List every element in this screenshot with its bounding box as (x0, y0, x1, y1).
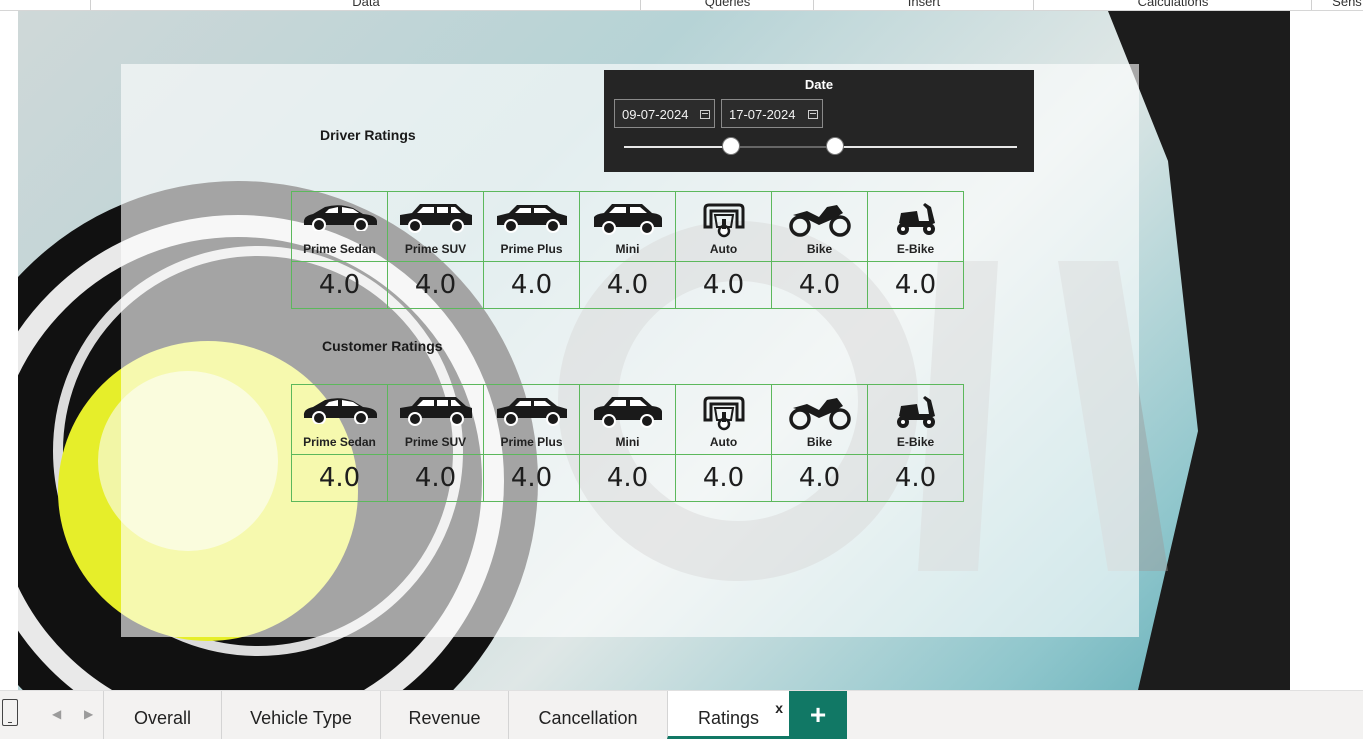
rating-value: 4.0 (318, 270, 361, 300)
vehicle-name: Auto (709, 435, 738, 449)
vehicle-header: Prime Sedan (292, 192, 387, 262)
rating-card: Prime Plus 4.0 (484, 192, 580, 309)
rating-value: 4.0 (414, 270, 457, 300)
rating-card: Prime Plus 4.0 (484, 385, 580, 502)
rating-card: Mini 4.0 (580, 385, 676, 502)
vehicle-name: Bike (806, 242, 833, 256)
rating-card: Prime SUV 4.0 (388, 192, 484, 309)
vehicle-name: Prime Plus (500, 242, 563, 256)
vehicle-name: Mini (615, 435, 640, 449)
vehicle-name: Bike (806, 435, 833, 449)
date-slicer-label: Date (804, 77, 834, 92)
vehicle-header: Auto (676, 192, 771, 262)
vehicle-header: E-Bike (868, 192, 963, 262)
vehicle-header: Prime Plus (484, 192, 579, 262)
vehicle-name: Prime Sedan (303, 242, 376, 256)
rating-value: 4.0 (606, 270, 649, 300)
vehicle-name: Prime Sedan (303, 435, 376, 449)
vehicle-name: Mini (615, 242, 640, 256)
sheet-tab-bar: ◀ ▶ Overall Vehicle Type Revenue Cancell… (0, 690, 1363, 739)
vehicle-header: Bike (772, 385, 867, 455)
ribbon-group-sensitivity[interactable]: Sens (1311, 0, 1363, 10)
rating-value: 4.0 (702, 270, 745, 300)
ribbon-group-calculations[interactable]: Calculations (1033, 0, 1312, 10)
date-range-selected (730, 146, 834, 148)
rating-value: 4.0 (894, 270, 937, 300)
tab-overall[interactable]: Overall (103, 691, 221, 739)
rating-value: 4.0 (702, 463, 745, 493)
vehicle-header: Auto (676, 385, 771, 455)
vehicle-name: Prime SUV (404, 435, 467, 449)
tab-cancellation[interactable]: Cancellation (508, 691, 667, 739)
vehicle-header: Mini (580, 385, 675, 455)
vehicle-name: E-Bike (896, 435, 935, 449)
rating-value: 4.0 (318, 463, 361, 493)
vehicle-header: Prime SUV (388, 385, 483, 455)
chevron-right-icon[interactable]: ▶ (84, 707, 93, 721)
vehicle-name: E-Bike (896, 242, 935, 256)
calendar-icon[interactable] (700, 110, 710, 119)
tab-revenue[interactable]: Revenue (380, 691, 508, 739)
tab-ratings[interactable]: Ratings x (667, 691, 789, 739)
date-slicer[interactable]: Date 09-07-2024 17-07-2024 (604, 70, 1034, 172)
close-tab-icon[interactable]: x (775, 681, 783, 735)
right-gutter (1290, 11, 1363, 690)
start-date-value: 09-07-2024 (622, 107, 689, 122)
vehicle-header: Bike (772, 192, 867, 262)
end-date-input[interactable]: 17-07-2024 (721, 99, 823, 128)
rating-card: E-Bike 4.0 (868, 385, 964, 502)
vehicle-name: Prime SUV (404, 242, 467, 256)
vehicle-header: Prime Plus (484, 385, 579, 455)
end-date-value: 17-07-2024 (729, 107, 796, 122)
calendar-icon[interactable] (808, 110, 818, 119)
tab-vehicle-type[interactable]: Vehicle Type (221, 691, 380, 739)
start-date-handle[interactable] (722, 137, 740, 155)
customer-ratings-grid: Prime Sedan 4.0 Prime SUV 4.0 Prime Plus 4.0 M… (291, 384, 964, 502)
rating-value: 4.0 (606, 463, 649, 493)
mobile-layout-icon[interactable] (2, 699, 18, 726)
vehicle-name: Prime Plus (500, 435, 563, 449)
vehicle-header: E-Bike (868, 385, 963, 455)
ribbon-group-insert[interactable]: Insert (813, 0, 1034, 10)
rating-card: Prime Sedan 4.0 (292, 385, 388, 502)
add-page-button[interactable]: + (789, 691, 847, 739)
driver-ratings-grid: Prime Sedan 4.0 Prime SUV 4.0 Prime Plus 4.0 M… (291, 191, 964, 309)
rating-card: Auto 4.0 (676, 192, 772, 309)
start-date-input[interactable]: 09-07-2024 (614, 99, 715, 128)
vehicle-header: Prime Sedan (292, 385, 387, 455)
driver-ratings-title: Driver Ratings (320, 127, 416, 143)
rating-card: E-Bike 4.0 (868, 192, 964, 309)
rating-value: 4.0 (894, 463, 937, 493)
tab-ratings-label: Ratings (697, 708, 760, 728)
vehicle-name: Auto (709, 242, 738, 256)
vehicle-header: Mini (580, 192, 675, 262)
rating-value: 4.0 (798, 463, 841, 493)
rating-card: Prime Sedan 4.0 (292, 192, 388, 309)
rating-card: Prime SUV 4.0 (388, 385, 484, 502)
rating-card: Bike 4.0 (772, 192, 868, 309)
chevron-left-icon[interactable]: ◀ (52, 707, 61, 721)
end-date-handle[interactable] (826, 137, 844, 155)
ribbon-group-queries[interactable]: Queries (640, 0, 814, 10)
rating-value: 4.0 (414, 463, 457, 493)
ribbon-group-data[interactable]: Data (90, 0, 641, 10)
ribbon-strip: Data Queries Insert Calculations Sens (0, 0, 1363, 11)
rating-card: Bike 4.0 (772, 385, 868, 502)
rating-value: 4.0 (798, 270, 841, 300)
rating-value: 4.0 (510, 463, 553, 493)
rating-value: 4.0 (510, 270, 553, 300)
rating-card: Mini 4.0 (580, 192, 676, 309)
rating-card: Auto 4.0 (676, 385, 772, 502)
customer-ratings-title: Customer Ratings (322, 338, 443, 354)
vehicle-header: Prime SUV (388, 192, 483, 262)
